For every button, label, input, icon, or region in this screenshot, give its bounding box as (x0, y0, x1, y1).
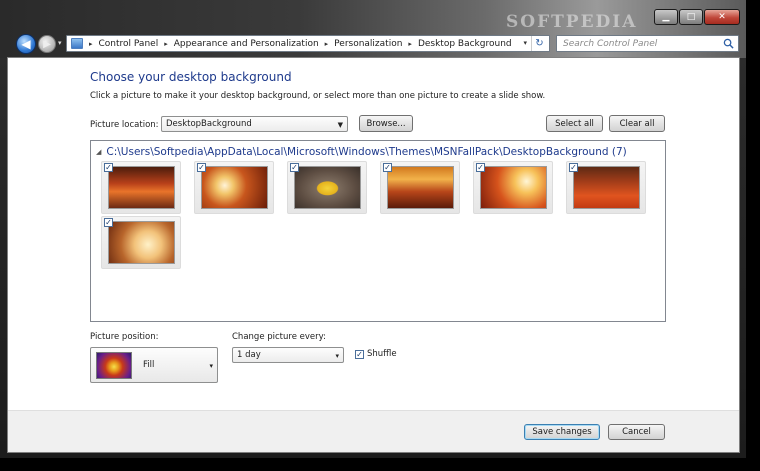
wallpaper-thumbnail[interactable]: ✓ (287, 161, 367, 214)
picture-location-label: Picture location: (90, 120, 159, 130)
wallpaper-checkbox[interactable]: ✓ (476, 163, 485, 172)
minimize-button[interactable]: ▁ (654, 9, 678, 25)
breadcrumb-personalization[interactable]: Personalization (334, 39, 402, 49)
maximize-button[interactable]: □ (679, 9, 703, 25)
breadcrumb-separator-icon[interactable]: ▸ (89, 40, 93, 48)
fill-preview-image (96, 352, 132, 379)
breadcrumb-desktop-background[interactable]: Desktop Background (418, 39, 512, 49)
search-input[interactable]: Search Control Panel (556, 35, 739, 52)
wallpaper-thumbnail[interactable]: ✓ (473, 161, 553, 214)
search-placeholder: Search Control Panel (563, 38, 658, 49)
wallpaper-checkbox[interactable]: ✓ (383, 163, 392, 172)
window-frame: SOFTPEDIA ▁ □ ✕ ◀ ▶ ▾ ▸ Control Panel ▸ … (0, 0, 746, 458)
softpedia-watermark: SOFTPEDIA (506, 12, 638, 32)
gallery-group-path: C:\Users\Softpedia\AppData\Local\Microso… (106, 146, 627, 158)
wallpaper-image (201, 166, 268, 209)
select-all-button[interactable]: Select all (546, 115, 603, 132)
caption-buttons: ▁ □ ✕ (654, 9, 740, 25)
picture-position-label: Picture position: (90, 332, 159, 342)
breadcrumb-control-panel[interactable]: Control Panel (99, 39, 159, 49)
shuffle-option[interactable]: ✓ Shuffle (355, 349, 397, 359)
wallpaper-thumbnail[interactable]: ✓ (566, 161, 646, 214)
breadcrumb: ▸ Control Panel ▸ Appearance and Persona… (89, 39, 512, 49)
shuffle-label: Shuffle (367, 349, 397, 359)
wallpaper-image (108, 221, 175, 264)
wallpaper-checkbox[interactable]: ✓ (104, 163, 113, 172)
wallpaper-thumbnail[interactable]: ✓ (101, 216, 181, 269)
command-bar: Save changes Cancel (8, 410, 739, 452)
close-button[interactable]: ✕ (704, 9, 740, 25)
picture-location-select[interactable]: DesktopBackground ▼ (161, 116, 348, 132)
clear-all-button[interactable]: Clear all (609, 115, 665, 132)
change-interval-value: 1 day (237, 350, 261, 360)
change-interval-label: Change picture every: (232, 332, 326, 342)
picture-position-select[interactable]: Fill ▾ (90, 347, 218, 383)
page-title: Choose your desktop background (90, 70, 292, 84)
breadcrumb-separator-icon[interactable]: ▸ (408, 40, 412, 48)
page-subtitle: Click a picture to make it your desktop … (90, 91, 546, 101)
breadcrumb-separator-icon[interactable]: ▸ (325, 40, 329, 48)
chevron-down-icon: ▾ (209, 362, 213, 370)
wallpaper-image (387, 166, 454, 209)
wallpaper-checkbox[interactable]: ✓ (104, 218, 113, 227)
browse-button[interactable]: Browse... (359, 115, 413, 132)
chevron-down-icon: ▼ (337, 121, 343, 129)
shuffle-checkbox[interactable]: ✓ (355, 349, 364, 359)
recent-pages-dropdown-icon[interactable]: ▾ (58, 39, 62, 47)
collapse-group-icon[interactable]: ◢ (96, 148, 101, 156)
wallpaper-image (108, 166, 175, 209)
address-bar[interactable]: ▸ Control Panel ▸ Appearance and Persona… (66, 35, 550, 52)
wallpaper-image (573, 166, 640, 209)
picture-location-value: DesktopBackground (166, 119, 252, 129)
cancel-button[interactable]: Cancel (608, 424, 665, 440)
content-area: Choose your desktop background Click a p… (7, 57, 740, 453)
address-dropdown-icon[interactable]: ▾ (523, 39, 527, 47)
back-button[interactable]: ◀ (16, 34, 36, 54)
forward-button[interactable]: ▶ (38, 35, 56, 53)
search-icon[interactable] (723, 38, 734, 49)
wallpaper-checkbox[interactable]: ✓ (290, 163, 299, 172)
refresh-icon[interactable]: ↻ (531, 36, 547, 51)
chevron-down-icon: ▾ (335, 352, 339, 360)
gallery-group-header[interactable]: ◢ C:\Users\Softpedia\AppData\Local\Micro… (96, 146, 627, 158)
breadcrumb-appearance[interactable]: Appearance and Personalization (174, 39, 319, 49)
breadcrumb-separator-icon[interactable]: ▸ (164, 40, 168, 48)
wallpaper-checkbox[interactable]: ✓ (569, 163, 578, 172)
save-changes-button[interactable]: Save changes (524, 424, 600, 440)
control-panel-icon (71, 38, 83, 49)
change-interval-select[interactable]: 1 day ▾ (232, 347, 344, 363)
wallpaper-thumbnail[interactable]: ✓ (194, 161, 274, 214)
wallpaper-thumbnail[interactable]: ✓ (380, 161, 460, 214)
picture-gallery: ◢ C:\Users\Softpedia\AppData\Local\Micro… (90, 140, 666, 322)
picture-position-value: Fill (143, 360, 155, 370)
wallpaper-thumbnail[interactable]: ✓ (101, 161, 181, 214)
wallpaper-checkbox[interactable]: ✓ (197, 163, 206, 172)
wallpaper-image (294, 166, 361, 209)
wallpaper-image (480, 166, 547, 209)
